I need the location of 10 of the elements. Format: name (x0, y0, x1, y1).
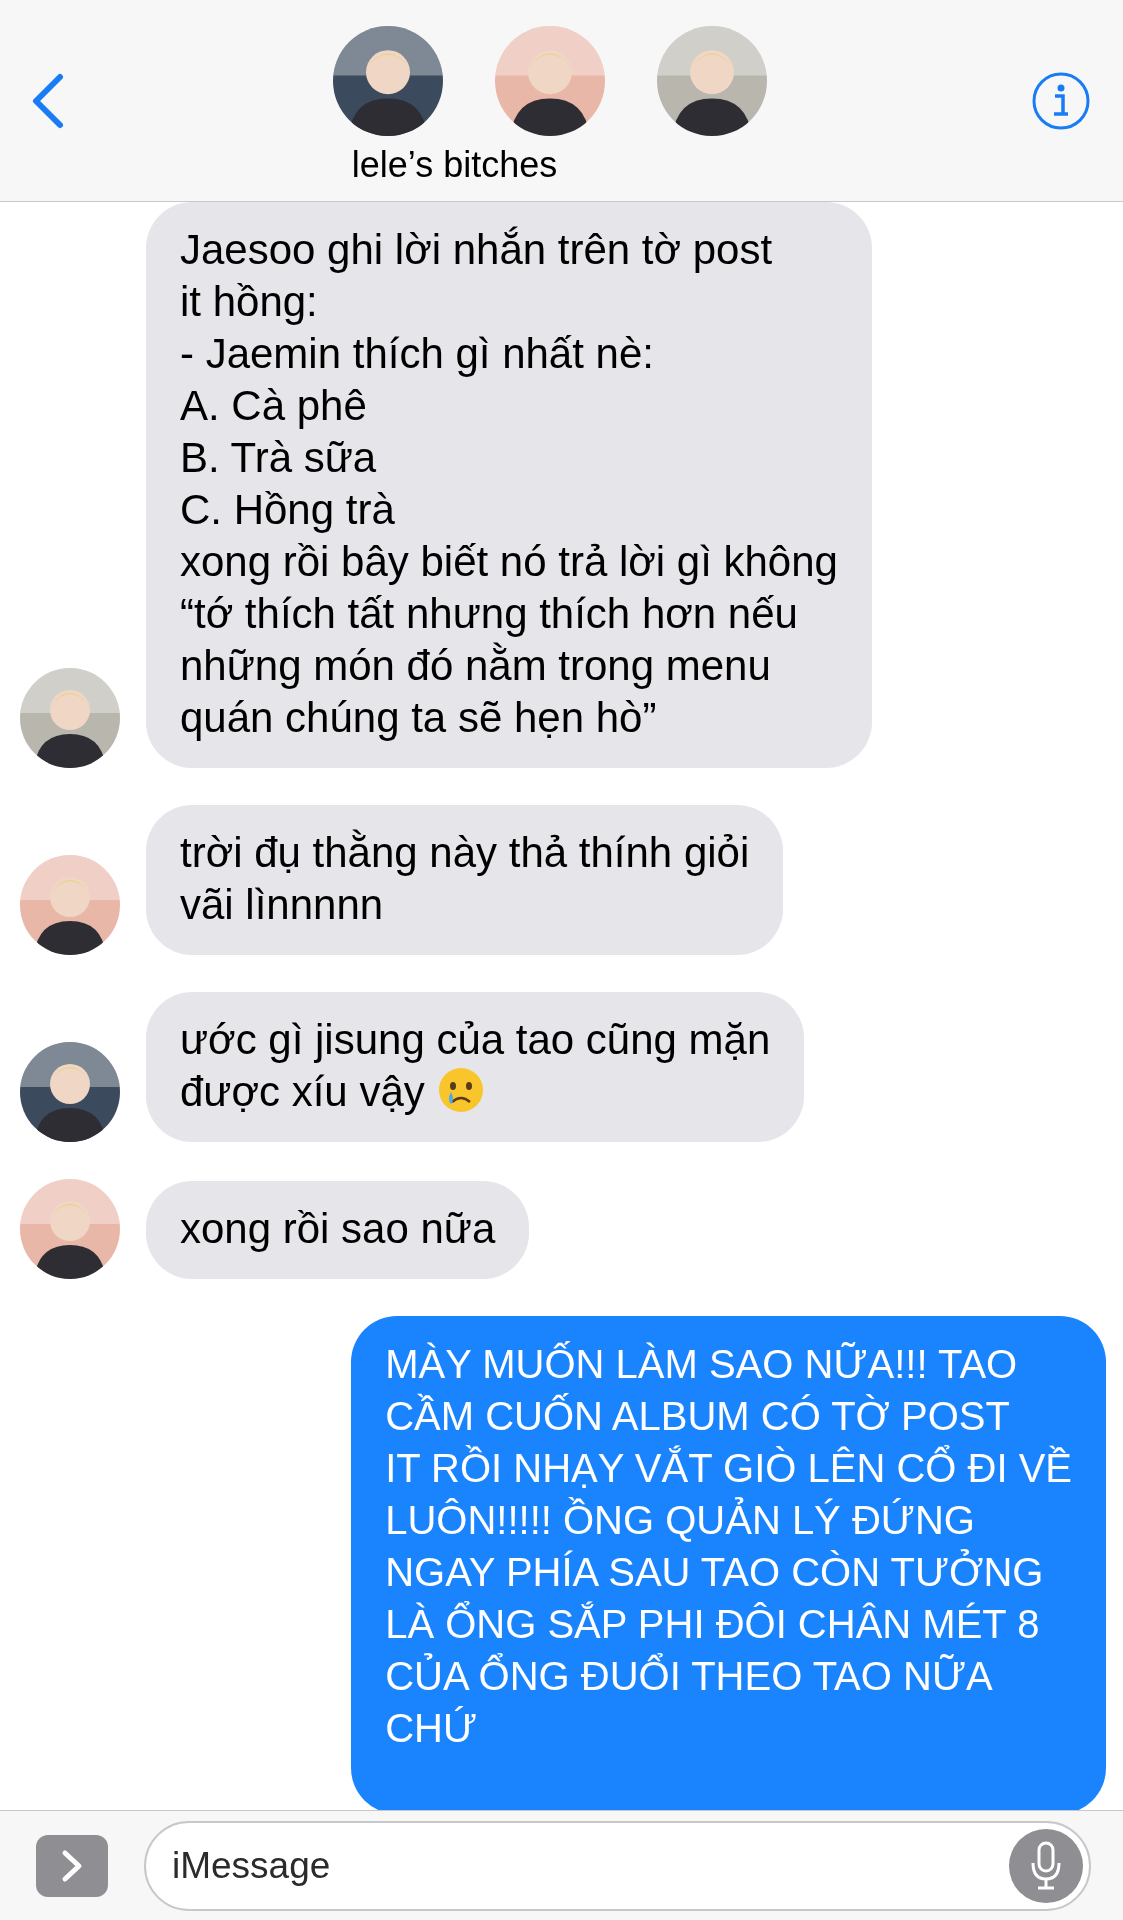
message-bubble: ước gì jisung của tao cũng mặn được xíu vậy (146, 992, 805, 1142)
message-field[interactable]: iMessage (144, 1820, 1091, 1911)
apps-button[interactable] (36, 1834, 108, 1897)
message-bubble: MÀY MUỐN LÀM SAO NỮA!!! TAO CẦM CUỐN ALBUM CÓ TỜ POST IT RỒI NHẠY VẮT GIÒ LÊN CỔ ĐI VỀ LUÔN!!!!! ỒNG QUẢN LÝ ĐỨNG NGAY PHÍA SAU TAO CÒN TƯỞNG LÀ ỔNG SẮP PHI ĐÔI CHÂN MÉT 8 CỦA ỔNG ĐUỔI THEO TAO NỮA CHỨ (351, 1316, 1106, 1810)
group-title[interactable]: lele’s bitches (351, 143, 558, 186)
message-bubble: trời đụ thằng này thả thính giỏi vãi lìnnnnn (146, 805, 784, 955)
message-bubble: Jaesoo ghi lời nhắn trên tờ post it hồng: - Jaemin thích gì nhất nè: A. Cà phê B. Trà sữa C. Hồng trà xong rồi bây biết nó trả lời gì không “tớ thích tất nhưng thích hơn nếu những món đó nằm trong menu quán chúng ta sẽ hẹn hò” (146, 202, 872, 768)
message-bubble: xong rồi sao nữa (146, 1181, 530, 1279)
microphone-icon (1029, 1840, 1063, 1891)
info-icon[interactable] (1031, 70, 1091, 131)
